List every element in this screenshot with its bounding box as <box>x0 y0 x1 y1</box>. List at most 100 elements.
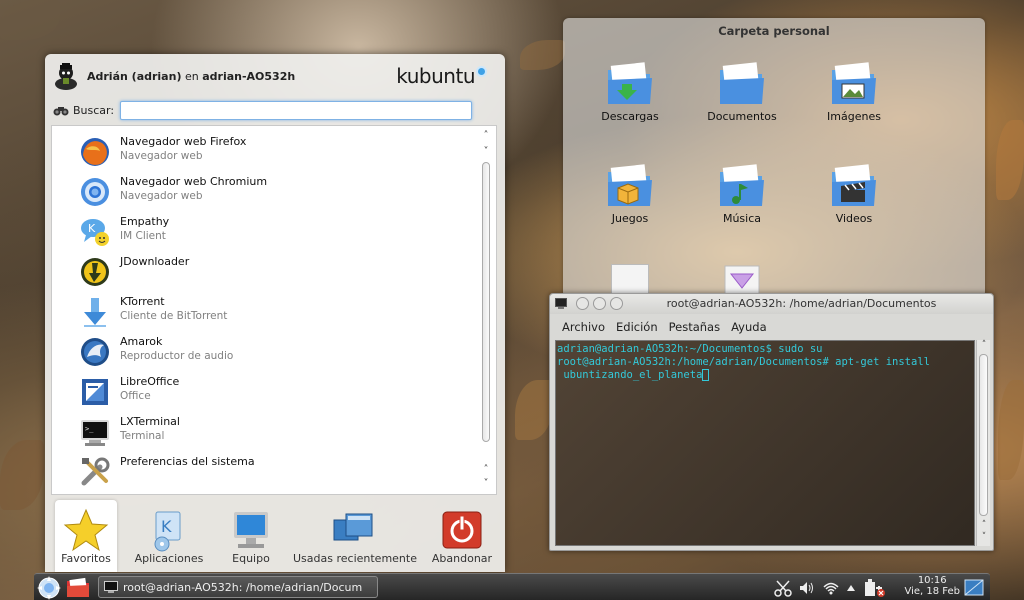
terminal-screen[interactable]: adrian@adrian-AO532h:~/Documentos$ sudo … <box>555 340 975 546</box>
home-folder-icon[interactable] <box>66 577 90 598</box>
list-item-text: Navegador web Firefox Navegador web <box>120 135 246 163</box>
svg-text:>_: >_ <box>85 425 94 433</box>
user-avatar-icon <box>55 63 77 90</box>
kde-launcher-icon[interactable] <box>36 575 62 600</box>
tab-label: Aplicaciones <box>134 552 204 565</box>
terminal-window: root@adrian-AO532h: /home/adrian/Documen… <box>549 293 994 551</box>
show-desktop-icon[interactable] <box>964 579 984 596</box>
list-item-lxterminal[interactable]: >_ LXTerminal Terminal <box>78 415 180 451</box>
power-icon <box>442 511 482 549</box>
scroll-up-small-icon[interactable]: ˄ <box>977 520 991 530</box>
svg-text:K: K <box>161 517 172 536</box>
svg-text:K: K <box>88 222 96 235</box>
terminal-titlebar[interactable]: root@adrian-AO532h: /home/adrian/Documen… <box>550 294 993 314</box>
list-item-text: KTorrent Cliente de BitTorrent <box>120 295 227 323</box>
list-item-text: LibreOffice Office <box>120 375 179 403</box>
tab-recent[interactable]: Usadas recientemente <box>293 500 417 572</box>
app-name: LibreOffice <box>120 375 180 388</box>
wallpaper-leaf <box>0 0 60 40</box>
list-item-libreoffice[interactable]: LibreOffice Office <box>78 375 179 411</box>
text-file-icon[interactable] <box>611 264 649 296</box>
app-name: KTorrent <box>120 295 165 308</box>
scroll-down-icon[interactable]: ˅ <box>480 478 492 490</box>
app-desc: Navegador web <box>120 190 203 202</box>
list-item-firefox[interactable]: Navegador web Firefox Navegador web <box>78 135 246 171</box>
libreoffice-icon <box>82 379 108 405</box>
user-info: Adrián (adrian) en adrian-AO532h <box>87 70 295 83</box>
wallpaper-leaf <box>520 40 565 70</box>
tab-label: Favoritos <box>61 552 111 565</box>
folder-item-games[interactable]: Juegos <box>585 162 675 225</box>
list-item-jdownloader[interactable]: JDownloader <box>78 255 189 291</box>
folder-download-icon <box>608 62 652 104</box>
list-item-text: Preferencias del sistema <box>120 455 255 469</box>
scroll-up-icon[interactable]: ˄ <box>977 340 991 350</box>
search-label: Buscar: <box>73 104 115 117</box>
scissors-icon[interactable] <box>774 579 792 597</box>
app-name: LXTerminal <box>120 415 180 428</box>
tab-leave[interactable]: Abandonar <box>429 500 495 572</box>
tab-computer[interactable]: Equipo <box>223 500 279 572</box>
folder-label: Videos <box>835 212 873 225</box>
wallpaper-leaf <box>998 380 1024 480</box>
firefox-icon <box>81 138 109 166</box>
folder-label: Música <box>722 212 762 225</box>
kubuntu-circle-icon <box>476 66 487 77</box>
tray-expand-icon[interactable] <box>846 579 856 597</box>
terminal-title: root@adrian-AO532h: /home/adrian/Documen… <box>666 297 937 310</box>
folder-label: Documentos <box>707 110 777 123</box>
search-input[interactable] <box>120 101 473 120</box>
list-scrollbar[interactable]: ˄ ˅ ˄ ˅ <box>480 130 492 492</box>
scroll-thumb[interactable] <box>979 354 988 516</box>
folder-documents-icon <box>720 62 764 104</box>
folder-item-images[interactable]: Imágenes <box>809 60 899 123</box>
volume-icon[interactable] <box>798 579 816 597</box>
folder-item-music[interactable]: Música <box>697 162 787 225</box>
purple-file-icon[interactable] <box>723 264 761 297</box>
menu-ayuda[interactable]: Ayuda <box>731 316 767 338</box>
task-label: root@adrian-AO532h: /home/adrian/Docum <box>123 580 363 594</box>
folder-music-icon <box>720 164 764 206</box>
kickoff-menu: Adrián (adrian) en adrian-AO532h kubuntu… <box>45 54 505 572</box>
terminal-line-last: ubuntizando_el_planeta <box>557 369 973 382</box>
battery-power-icon[interactable] <box>862 578 886 598</box>
brand-text: kubuntu <box>396 64 475 88</box>
taskbar-terminal-entry[interactable]: root@adrian-AO532h: /home/adrian/Docum <box>98 576 378 598</box>
scroll-up-icon[interactable]: ˄ <box>480 130 492 142</box>
amarok-icon <box>81 338 109 366</box>
scroll-down-icon[interactable]: ˅ <box>977 532 991 542</box>
app-name: Empathy <box>120 215 170 228</box>
list-item-empathy[interactable]: K Empathy IM Client <box>78 215 169 251</box>
app-desc: Office <box>120 390 151 402</box>
list-item-chromium[interactable]: Navegador web Chromium Navegador web <box>78 175 267 211</box>
terminal-menubar: Archivo Edición Pestañas Ayuda <box>550 316 993 338</box>
user-sep: en <box>184 69 199 83</box>
folder-item-videos[interactable]: Videos <box>809 162 899 225</box>
list-item-text: Navegador web Chromium Navegador web <box>120 175 267 203</box>
list-item-system-settings[interactable]: Preferencias del sistema <box>78 455 255 491</box>
digital-clock[interactable]: 10:16 Vie, 18 Feb <box>904 575 960 597</box>
menu-pestanas[interactable]: Pestañas <box>669 316 720 338</box>
wifi-icon[interactable] <box>822 579 840 597</box>
app-desc: Reproductor de audio <box>120 350 234 362</box>
app-desc: Cliente de BitTorrent <box>120 310 228 322</box>
app-name: Navegador web Chromium <box>120 175 268 188</box>
scroll-down-small-icon[interactable]: ˅ <box>480 146 492 158</box>
terminal-scrollbar[interactable]: ˄ ˄ ˅ <box>976 340 990 546</box>
list-item-amarok[interactable]: Amarok Reproductor de audio <box>78 335 233 371</box>
clock-date: Vie, 18 Feb <box>904 586 960 597</box>
tab-applications[interactable]: K Aplicaciones <box>129 500 209 572</box>
folder-item-downloads[interactable]: Descargas <box>585 60 675 123</box>
tab-favorites[interactable]: Favoritos <box>55 500 117 572</box>
empathy-icon: K <box>81 219 109 246</box>
folder-games-icon <box>608 164 652 206</box>
menu-archivo[interactable]: Archivo <box>562 316 605 338</box>
menu-edicion[interactable]: Edición <box>616 316 658 338</box>
folder-videos-icon <box>832 164 876 206</box>
list-item-ktorrent[interactable]: KTorrent Cliente de BitTorrent <box>78 295 227 331</box>
folder-item-documents[interactable]: Documentos <box>697 60 787 123</box>
scroll-up-small-icon[interactable]: ˄ <box>480 464 492 476</box>
host-name: adrian-AO532h <box>202 69 296 83</box>
recent-windows-icon <box>333 513 373 541</box>
scroll-thumb[interactable] <box>482 162 490 442</box>
